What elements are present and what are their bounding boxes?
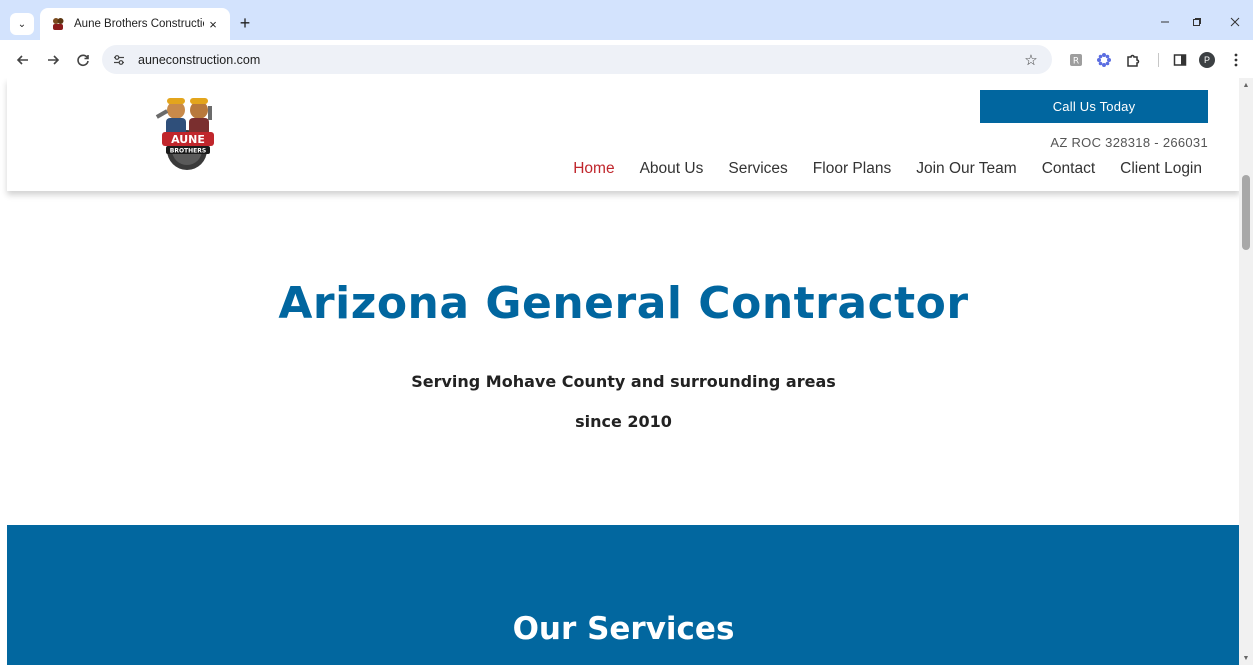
page-viewport: AUNE BROTHERS Call Us Today AZ ROC 32831… (0, 78, 1253, 665)
page-scrollbar[interactable]: ▲ ▼ (1239, 78, 1253, 665)
restore-icon (1193, 18, 1201, 26)
star-icon[interactable]: ☆ (1020, 49, 1042, 71)
tab-close-button[interactable]: × (204, 15, 222, 33)
puzzle-piece-icon[interactable] (1122, 50, 1142, 70)
nav-join-our-team[interactable]: Join Our Team (916, 160, 1017, 178)
nav-client-login[interactable]: Client Login (1120, 160, 1202, 178)
scroll-thumb[interactable] (1242, 175, 1250, 250)
services-title: Our Services (512, 611, 735, 647)
aune-brothers-logo[interactable]: AUNE BROTHERS (154, 92, 224, 172)
side-panel-icon[interactable] (1170, 50, 1190, 70)
tune-icon[interactable] (108, 49, 130, 71)
browser-toolbar: auneconstruction.com ☆ R P (0, 40, 1253, 78)
tab-title: Aune Brothers Construction (74, 18, 204, 30)
url-text[interactable]: auneconstruction.com (138, 53, 1020, 67)
tab-strip: ⌄ Aune Brothers Construction × + (0, 0, 1253, 40)
restore-button[interactable] (1183, 10, 1211, 34)
arrow-left-icon (16, 55, 28, 65)
close-icon (1230, 17, 1240, 27)
toolbar-separator (1158, 53, 1159, 67)
chevron-down-icon: ⌄ (17, 18, 27, 30)
reload-icon (77, 54, 89, 67)
nav-floor-plans[interactable]: Floor Plans (813, 160, 891, 178)
services-section: Our Services (7, 525, 1240, 665)
hero-subtitle-line1: Serving Mohave County and surrounding ar… (411, 372, 836, 391)
scroll-up-icon[interactable]: ▲ (1242, 81, 1250, 89)
hero-subtitle-line2: since 2010 (575, 412, 672, 431)
minimize-icon (1161, 21, 1169, 23)
nav-services[interactable]: Services (728, 160, 787, 178)
hero-title: Arizona General Contractor (278, 278, 969, 329)
close-window-button[interactable] (1221, 10, 1249, 34)
call-us-today-button[interactable]: Call Us Today (980, 90, 1208, 123)
nav-contact[interactable]: Contact (1042, 160, 1095, 178)
r-extension-icon[interactable]: R (1066, 50, 1086, 70)
nav-about-us[interactable]: About Us (640, 160, 704, 178)
profile-button[interactable]: P (1197, 50, 1217, 70)
site-header: AUNE BROTHERS Call Us Today AZ ROC 32831… (7, 78, 1240, 191)
svg-text:R: R (1073, 57, 1079, 67)
tab-search-button[interactable]: ⌄ (10, 13, 34, 35)
gear-flower-extension-icon[interactable] (1094, 50, 1114, 70)
nav-home[interactable]: Home (573, 160, 614, 178)
back-button[interactable] (12, 49, 34, 71)
scroll-down-icon[interactable]: ▼ (1242, 654, 1250, 662)
logo-word-bottom: BROTHERS (170, 148, 206, 155)
address-bar[interactable]: auneconstruction.com ☆ (102, 45, 1052, 74)
main-nav: Home About Us Services Floor Plans Join … (573, 160, 1202, 178)
logo-word-top: AUNE (171, 133, 205, 146)
new-tab-button[interactable]: + (234, 12, 256, 34)
arrow-right-icon (48, 55, 60, 65)
minimize-button[interactable] (1151, 10, 1179, 34)
reload-button[interactable] (72, 49, 94, 71)
aune-brothers-favicon (50, 16, 66, 32)
kebab-menu-icon[interactable] (1226, 50, 1246, 70)
license-number: AZ ROC 328318 - 266031 (1050, 135, 1208, 150)
avatar: P (1199, 52, 1215, 68)
forward-button[interactable] (42, 49, 64, 71)
active-tab[interactable]: Aune Brothers Construction × (40, 8, 230, 40)
